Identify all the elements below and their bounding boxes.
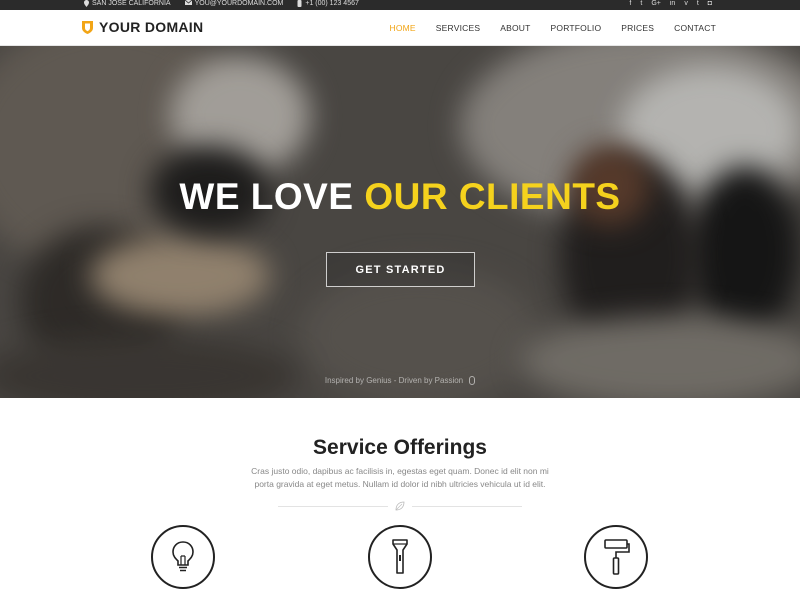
logo[interactable]: YOUR DOMAIN [82,19,203,35]
tagline-text: Inspired by Genius - Driven by Passion [324,376,464,385]
phone-icon [297,0,302,7]
tumblr-icon[interactable]: t [697,0,699,10]
location-pin-icon [84,0,89,7]
brand-name: YOUR DOMAIN [99,19,204,35]
hero-title-highlight: OUR CLIENTS [364,176,621,217]
hero-title-white: WE LOVE [179,176,354,217]
address-text: SAN JOSE CALIFORNIA [92,0,171,7]
email-item[interactable]: YOU@YOURDOMAIN.COM [184,0,284,10]
instagram-icon[interactable]: ◘ [708,0,712,10]
section-title: Service Offerings [313,436,487,459]
envelope-icon [184,0,192,5]
top-bar: SAN JOSE CALIFORNIA YOU@YOURDOMAIN.COM +… [0,0,800,10]
nav-item-portfolio[interactable]: PORTFOLIO [551,23,602,33]
main-navbar: YOUR DOMAIN HOME SERVICES ABOUT PORTFOLI… [0,10,800,46]
phone-item[interactable]: +1 (00) 123 4567 [297,0,359,10]
service-icon-circle-3[interactable] [584,525,648,589]
social-links: f t G+ in v t ◘ [629,0,712,10]
shield-icon [82,20,93,34]
flashlight-icon [392,539,408,574]
vimeo-icon[interactable]: v [684,0,688,10]
nav-item-prices[interactable]: PRICES [621,23,654,33]
hero-tagline: Inspired by Genius - Driven by Passion [0,376,800,385]
google-plus-icon[interactable]: G+ [651,0,661,10]
service-icon-circle-2[interactable] [368,525,432,589]
paint-roller-icon [604,539,630,575]
hero-overlay [0,46,800,398]
email-text: YOU@YOURDOMAIN.COM [194,0,284,7]
scroll-mouse-icon[interactable] [469,376,476,385]
twitter-icon[interactable]: t [640,0,642,10]
address-item: SAN JOSE CALIFORNIA [84,0,171,10]
contact-info: SAN JOSE CALIFORNIA YOU@YOURDOMAIN.COM +… [84,0,359,10]
lightbulb-icon [172,541,194,572]
section-description: Cras justo odio, dapibus ac facilisis in… [251,466,549,489]
leaf-icon [395,501,405,511]
nav-item-services[interactable]: SERVICES [436,23,480,33]
nav-item-about[interactable]: ABOUT [500,23,530,33]
facebook-icon[interactable]: f [629,0,631,10]
nav-item-home[interactable]: HOME [389,23,415,33]
nav-menu: HOME SERVICES ABOUT PORTFOLIO PRICES CON… [389,10,716,46]
linkedin-icon[interactable]: in [670,0,675,10]
nav-item-contact[interactable]: CONTACT [674,23,716,33]
hero-section: WE LOVE OUR CLIENTS GET STARTED Inspired… [0,46,800,398]
hero-title: WE LOVE OUR CLIENTS [0,176,800,218]
phone-text: +1 (00) 123 4567 [305,0,359,7]
get-started-button[interactable]: GET STARTED [326,252,475,287]
section-divider [278,501,522,511]
services-section: Service Offerings Cras justo odio, dapib… [0,398,800,600]
service-icon-circle-1[interactable] [151,525,215,589]
